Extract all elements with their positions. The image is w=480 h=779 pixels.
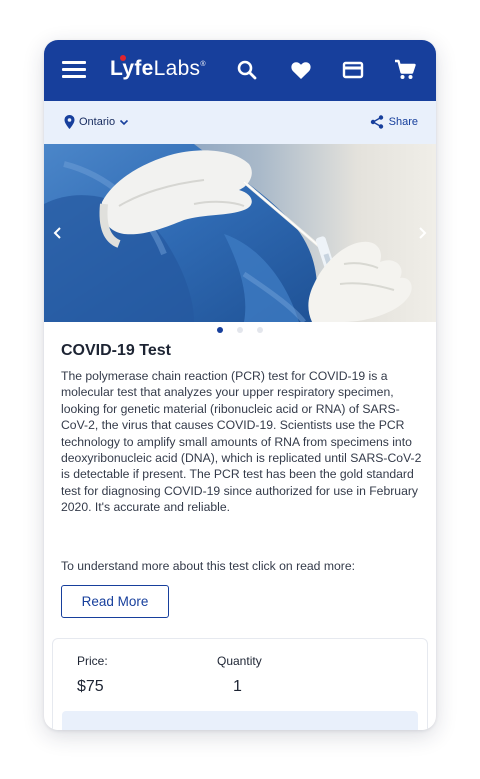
logo-dot xyxy=(120,55,126,61)
lifelabs-logo[interactable]: LyfeLabs® xyxy=(110,55,206,83)
share-icon xyxy=(370,115,383,129)
heart-icon[interactable] xyxy=(289,58,313,82)
quantity-value[interactable]: 1 xyxy=(233,678,242,696)
location-pin-icon xyxy=(64,115,75,129)
search-icon[interactable] xyxy=(235,58,259,82)
share-label: Share xyxy=(388,116,418,128)
price-value: $75 xyxy=(77,678,104,695)
carousel-dot-2[interactable] xyxy=(237,327,243,333)
carousel-dots xyxy=(44,324,436,334)
purchase-card: Price: Quantity $75 1 xyxy=(52,638,428,730)
carousel-prev-arrow-icon[interactable] xyxy=(48,222,68,244)
top-navigation-bar: LyfeLabs® xyxy=(44,40,436,101)
read-more-button[interactable]: Read More xyxy=(61,585,169,618)
product-title: COVID-19 Test xyxy=(61,342,171,359)
carousel-dot-1[interactable] xyxy=(217,327,223,333)
product-image-carousel[interactable] xyxy=(44,144,436,322)
chevron-down-icon xyxy=(120,119,129,126)
location-bar: Ontario Share xyxy=(44,101,436,144)
app-screen: LyfeLabs® Ontario Share COVID-19 Test Th… xyxy=(44,40,436,730)
price-label: Price: xyxy=(77,654,108,668)
covid-swab-photo xyxy=(44,144,436,322)
read-more-prompt: To understand more about this test click… xyxy=(61,559,356,573)
shopping-cart-icon[interactable] xyxy=(393,58,417,82)
logo-text-sub: Labs xyxy=(153,57,201,80)
quantity-label: Quantity xyxy=(217,654,262,668)
share-button[interactable]: Share xyxy=(370,115,418,129)
logo-registered-mark: ® xyxy=(200,61,206,68)
location-selector[interactable]: Ontario xyxy=(64,115,134,129)
logo-text-main: Lyfe xyxy=(110,57,154,80)
product-description: The polymerase chain reaction (PCR) test… xyxy=(61,369,422,515)
location-label: Ontario xyxy=(79,116,116,128)
add-to-cart-area[interactable] xyxy=(62,711,418,730)
carousel-dot-3[interactable] xyxy=(257,327,263,333)
credit-card-icon[interactable] xyxy=(341,58,365,82)
hamburger-menu-icon[interactable] xyxy=(62,61,86,79)
carousel-next-arrow-icon[interactable] xyxy=(412,222,432,244)
